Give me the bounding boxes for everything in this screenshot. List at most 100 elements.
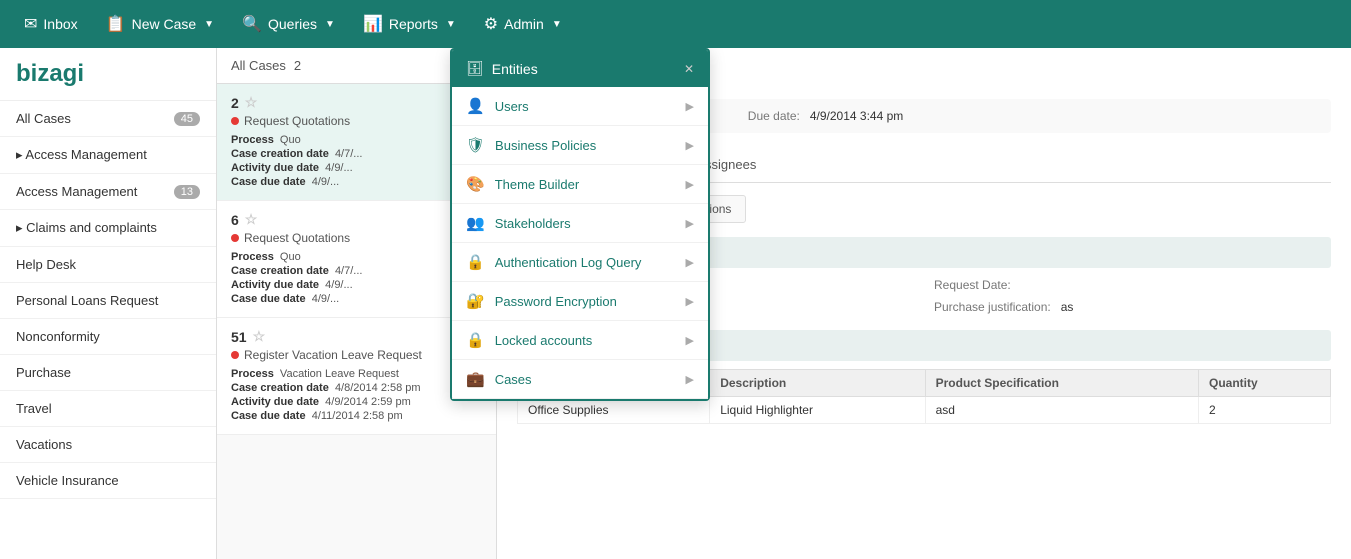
admin-dropdown-menu[interactable]: 🗄 Entities ✕ 👤 Users ▶ 🛡 Business Polici… bbox=[450, 48, 710, 401]
spec-cell: asd bbox=[925, 397, 1198, 424]
admin-caret: ▼ bbox=[552, 19, 562, 30]
due-value: 4/9/2014 3:44 pm bbox=[810, 109, 903, 123]
reports-caret: ▼ bbox=[446, 19, 456, 30]
app-logo: bizagi bbox=[0, 48, 216, 101]
dropdown-cases-label: Cases bbox=[495, 372, 532, 387]
sidebar-item-nonconformity[interactable]: Nonconformity bbox=[0, 319, 216, 355]
dropdown-item-sh-left: 👥 Stakeholders bbox=[466, 214, 571, 232]
inbox-icon: ✉ bbox=[24, 14, 37, 34]
navbar-reports-label: Reports bbox=[389, 16, 438, 32]
cases-list-title: All Cases bbox=[231, 58, 286, 73]
sidebar-access-mgmt-2-label: Access Management bbox=[16, 184, 137, 199]
queries-caret: ▼ bbox=[325, 19, 335, 30]
dropdown-item-cases[interactable]: 💼 Cases ▶ bbox=[452, 360, 708, 399]
locked-accounts-icon: 🔒 bbox=[466, 331, 485, 349]
dropdown-close-icon[interactable]: ✕ bbox=[684, 62, 694, 76]
dropdown-item-stakeholders[interactable]: 👥 Stakeholders ▶ bbox=[452, 204, 708, 243]
col-quantity: Quantity bbox=[1199, 370, 1331, 397]
navbar-reports[interactable]: 📊 Reports ▼ bbox=[351, 8, 468, 40]
dropdown-bp-label: Business Policies bbox=[495, 138, 596, 153]
sidebar-item-all-cases[interactable]: All Cases 45 bbox=[0, 101, 216, 137]
description-cell: Liquid Highlighter bbox=[710, 397, 925, 424]
logo-text: bizagi bbox=[16, 60, 84, 87]
case-detail-activity-6: Activity due date 4/9/... bbox=[231, 279, 482, 291]
dropdown-item-theme-builder[interactable]: 🎨 Theme Builder ▶ bbox=[452, 165, 708, 204]
queries-icon: 🔍 bbox=[242, 14, 262, 34]
case-detail-creation-6: Case creation date 4/7/... bbox=[231, 265, 482, 277]
dropdown-item-auth-log[interactable]: 🔒 Authentication Log Query ▶ bbox=[452, 243, 708, 282]
navbar-queries[interactable]: 🔍 Queries ▼ bbox=[230, 8, 347, 40]
top-navbar: ✉ Inbox 📋 New Case ▼ 🔍 Queries ▼ 📊 Repor… bbox=[0, 0, 1351, 48]
navbar-queries-label: Queries bbox=[268, 16, 317, 32]
purchase-justification-value: as bbox=[1061, 300, 1074, 314]
due-label: Due date: bbox=[748, 109, 800, 123]
bp-arrow-icon: ▶ bbox=[686, 139, 694, 152]
dropdown-item-users-left: 👤 Users bbox=[466, 97, 529, 115]
case-type-6: Request Quotations bbox=[231, 231, 482, 245]
sidebar-item-help-desk[interactable]: Help Desk bbox=[0, 247, 216, 283]
cases-icon: 💼 bbox=[466, 370, 485, 388]
case-number-2: 2 ☆ bbox=[231, 94, 482, 111]
dropdown-item-cases-left: 💼 Cases bbox=[466, 370, 532, 388]
dropdown-item-business-policies[interactable]: 🛡 Business Policies ▶ bbox=[452, 126, 708, 165]
col-product-spec: Product Specification bbox=[925, 370, 1198, 397]
access-mgmt-2-badge: 13 bbox=[174, 185, 200, 199]
star-icon-6[interactable]: ☆ bbox=[245, 211, 258, 228]
case-type-2: Request Quotations bbox=[231, 114, 482, 128]
case-detail-process-51: Process Vacation Leave Request bbox=[231, 368, 482, 380]
case-type-51: Register Vacation Leave Request bbox=[231, 348, 482, 362]
red-dot-6 bbox=[231, 234, 239, 242]
dropdown-item-users[interactable]: 👤 Users ▶ bbox=[452, 87, 708, 126]
dropdown-item-password-encryption[interactable]: 🔐 Password Encryption ▶ bbox=[452, 282, 708, 321]
navbar-admin[interactable]: ⚙ Admin ▼ bbox=[472, 8, 574, 40]
sidebar-item-claims[interactable]: ▸ Claims and complaints bbox=[0, 210, 216, 247]
sidebar-personal-loans-label: Personal Loans Request bbox=[16, 293, 158, 308]
col-description: Description bbox=[710, 370, 925, 397]
dropdown-tb-label: Theme Builder bbox=[495, 177, 580, 192]
case-detail-due-6: Case due date 4/9/... bbox=[231, 293, 482, 305]
dropdown-header: 🗄 Entities ✕ bbox=[452, 50, 708, 87]
sidebar-item-access-mgmt-1[interactable]: ▸ Access Management bbox=[0, 137, 216, 174]
sidebar-item-vehicle-insurance[interactable]: Vehicle Insurance bbox=[0, 463, 216, 499]
cases-count-badge: 2 bbox=[294, 58, 301, 73]
case-detail-activity-2: Activity due date 4/9/... bbox=[231, 162, 482, 174]
sidebar-item-vacations[interactable]: Vacations bbox=[0, 427, 216, 463]
sidebar-item-personal-loans[interactable]: Personal Loans Request bbox=[0, 283, 216, 319]
info-request-date: Request Date: bbox=[934, 278, 1319, 292]
dropdown-sh-label: Stakeholders bbox=[495, 216, 571, 231]
navbar-inbox[interactable]: ✉ Inbox bbox=[12, 8, 90, 40]
dropdown-users-label: Users bbox=[495, 99, 529, 114]
sidebar-item-access-mgmt-2[interactable]: Access Management 13 bbox=[0, 174, 216, 210]
star-icon-2[interactable]: ☆ bbox=[245, 94, 258, 111]
case-type-label-6: Request Quotations bbox=[244, 231, 350, 245]
sidebar-travel-label: Travel bbox=[16, 401, 52, 416]
case-type-label-51: Register Vacation Leave Request bbox=[244, 348, 422, 362]
sidebar-vacations-label: Vacations bbox=[16, 437, 72, 452]
business-policies-icon: 🛡 bbox=[466, 136, 485, 154]
content-area: All Cases 2 2 ☆ Request Quotations Proce… bbox=[217, 48, 1351, 559]
dropdown-la-label: Locked accounts bbox=[495, 333, 593, 348]
case-type-label-2: Request Quotations bbox=[244, 114, 350, 128]
sidebar-nonconformity-label: Nonconformity bbox=[16, 329, 100, 344]
case-detail-activity-51: Activity due date 4/9/2014 2:59 pm bbox=[231, 396, 482, 408]
users-arrow-icon: ▶ bbox=[686, 100, 694, 113]
dropdown-item-pe-left: 🔐 Password Encryption bbox=[466, 292, 617, 310]
sidebar-vehicle-insurance-label: Vehicle Insurance bbox=[16, 473, 119, 488]
password-encryption-icon: 🔐 bbox=[466, 292, 485, 310]
sidebar-item-travel[interactable]: Travel bbox=[0, 391, 216, 427]
dropdown-item-locked-accounts[interactable]: 🔒 Locked accounts ▶ bbox=[452, 321, 708, 360]
case-detail-process-2: Process Quo bbox=[231, 134, 482, 146]
case-number-6: 6 ☆ bbox=[231, 211, 482, 228]
case-detail-due-51: Case due date 4/11/2014 2:58 pm bbox=[231, 410, 482, 422]
stakeholders-icon: 👥 bbox=[466, 214, 485, 232]
navbar-new-case[interactable]: 📋 New Case ▼ bbox=[94, 8, 226, 40]
sidebar-item-purchase[interactable]: Purchase bbox=[0, 355, 216, 391]
star-icon-51[interactable]: ☆ bbox=[253, 328, 266, 345]
info-purchase-justification: Purchase justification: as bbox=[934, 300, 1319, 314]
case-detail-creation-2: Case creation date 4/7/... bbox=[231, 148, 482, 160]
navbar-new-case-label: New Case bbox=[132, 16, 197, 32]
red-dot-51 bbox=[231, 351, 239, 359]
new-case-caret: ▼ bbox=[204, 19, 214, 30]
al-arrow-icon: ▶ bbox=[686, 256, 694, 269]
entities-icon: 🗄 bbox=[466, 60, 484, 77]
